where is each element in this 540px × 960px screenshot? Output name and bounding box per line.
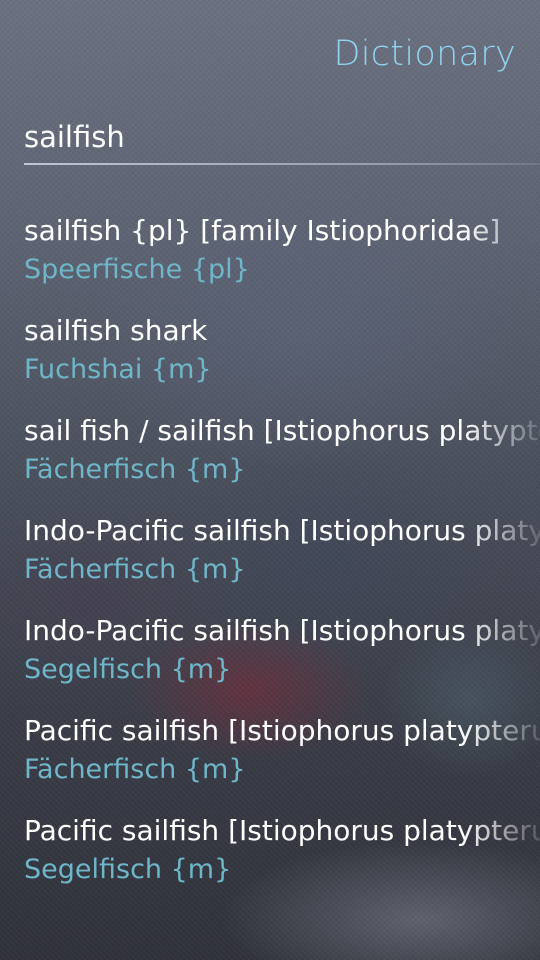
result-term: sailfish shark <box>24 314 208 347</box>
page-title: Dictionary <box>333 34 516 74</box>
result-item[interactable]: sail fish / sailfish [Istiophorus platyp… <box>0 405 540 505</box>
result-translation: Fächerfisch {m} <box>24 754 246 785</box>
result-term: Pacific sailfish [Istiophorus platypteru… <box>24 814 540 847</box>
result-term: sail fish / sailfish [Istiophorus platyp… <box>24 414 540 447</box>
result-item[interactable]: Indo-Pacific sailfish [Istiophorus platy… <box>0 505 540 605</box>
result-term: Indo-Pacific sailfish [Istiophorus platy… <box>24 514 540 547</box>
result-translation: Fächerfisch {m} <box>24 554 246 585</box>
result-term: sailfish {pl} [family Istiophoridae] <box>24 214 501 247</box>
result-translation: Speerfische {pl} <box>24 254 250 285</box>
result-translation: Fuchshai {m} <box>24 354 212 385</box>
result-translation: Segelfisch {m} <box>24 854 232 885</box>
results-list: sailfish {pl} [family Istiophoridae] Spe… <box>0 205 540 905</box>
result-item[interactable]: Pacific sailfish [Istiophorus platypteru… <box>0 705 540 805</box>
result-item[interactable]: sailfish shark Fuchshai {m} <box>0 305 540 405</box>
result-translation: Fächerfisch {m} <box>24 454 246 485</box>
search-underline <box>24 163 540 165</box>
result-item[interactable]: Pacific sailfish [Istiophorus platypteru… <box>0 805 540 905</box>
search-field <box>24 112 540 166</box>
result-term: Indo-Pacific sailfish [Istiophorus platy… <box>24 614 540 647</box>
result-item[interactable]: sailfish {pl} [family Istiophoridae] Spe… <box>0 205 540 305</box>
result-term: Pacific sailfish [Istiophorus platypteru… <box>24 714 540 747</box>
result-item[interactable]: Indo-Pacific sailfish [Istiophorus platy… <box>0 605 540 705</box>
result-translation: Segelfisch {m} <box>24 654 232 685</box>
search-input[interactable] <box>24 112 540 162</box>
dictionary-page: Dictionary sailfish {pl} [family Istioph… <box>0 0 540 960</box>
